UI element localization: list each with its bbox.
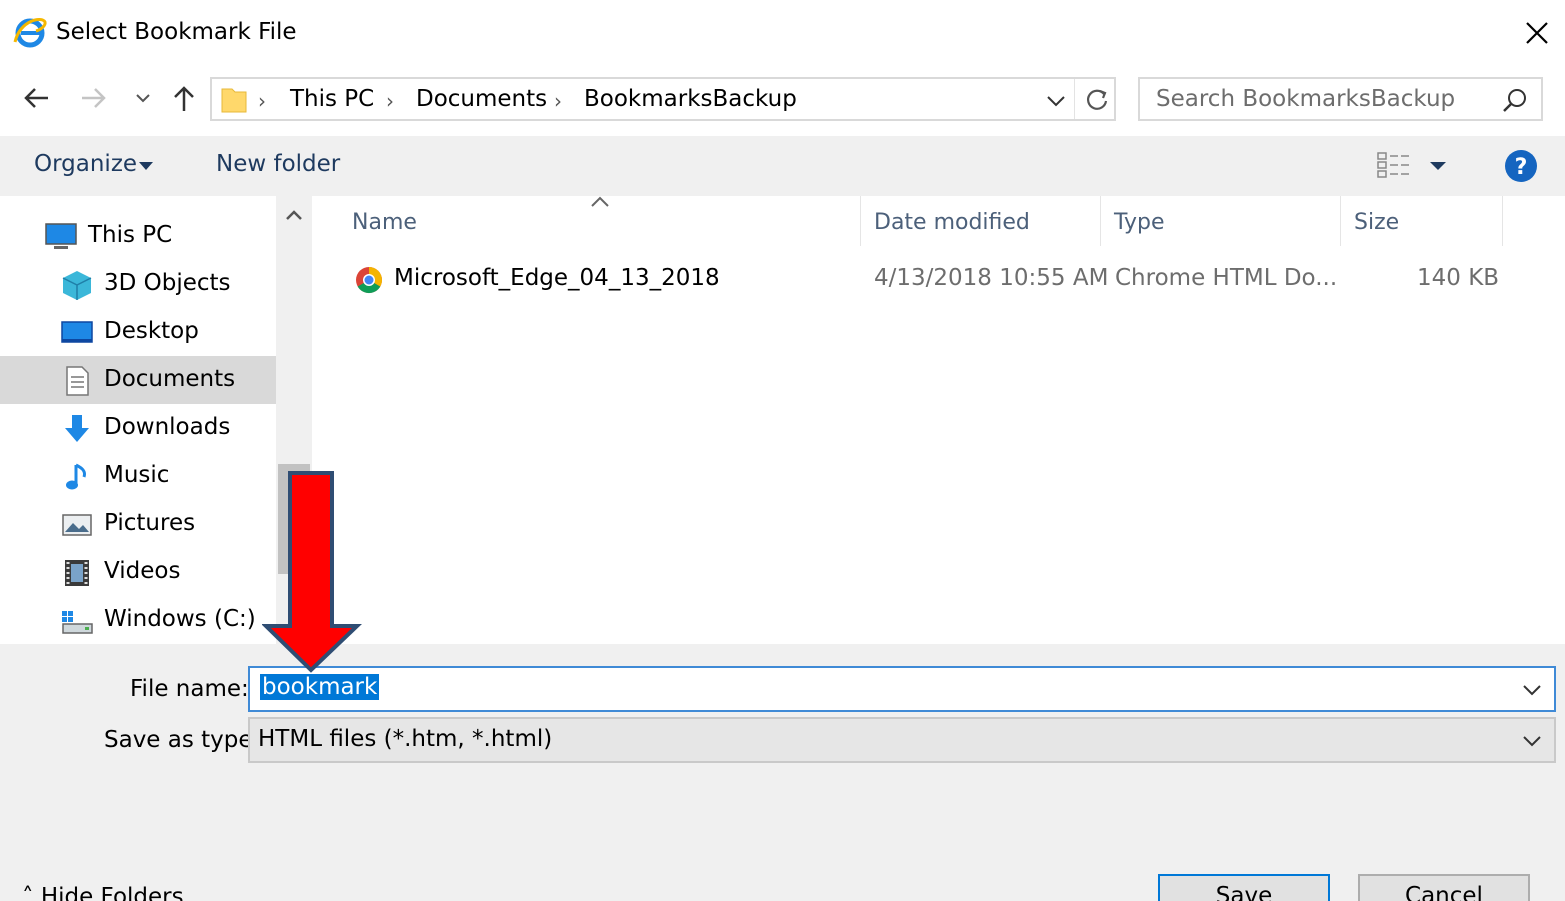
file-row[interactable]: Microsoft_Edge_04_13_2018 4/13/2018 10:5… (342, 256, 1512, 302)
sidebar-item-label: Videos (104, 558, 181, 584)
breadcrumb-separator-icon: › (258, 89, 266, 113)
sidebar-item-label: This PC (88, 222, 173, 248)
annotation-arrow-icon (262, 471, 362, 673)
file-name-value[interactable]: bookmark (260, 674, 380, 700)
up-button[interactable] (164, 80, 204, 116)
music-icon (66, 463, 86, 490)
documents-icon (66, 366, 89, 396)
save-form: File name: bookmark Save as type: HTML f… (0, 644, 1565, 901)
close-icon[interactable] (1518, 14, 1556, 52)
file-name: Microsoft_Edge_04_13_2018 (394, 265, 720, 291)
search-input[interactable]: Search BookmarksBackup (1138, 77, 1543, 121)
sidebar-item-this-pc[interactable]: This PC (0, 212, 276, 260)
column-header-name[interactable]: Name (352, 210, 417, 235)
breadcrumb-bookmarksbackup[interactable]: BookmarksBackup (584, 86, 797, 112)
hide-folders-label: Hide Folders (40, 884, 184, 901)
address-bar[interactable]: › This PC › Documents › BookmarksBackup (210, 77, 1116, 121)
column-divider[interactable] (860, 196, 861, 246)
save-as-type-value: HTML files (*.htm, *.html) (258, 726, 553, 752)
internet-explorer-icon (13, 18, 47, 48)
column-header-date-modified[interactable]: Date modified (874, 210, 1030, 235)
sidebar-item-label: Desktop (104, 318, 199, 344)
save-as-type-label: Save as type: (104, 727, 261, 753)
sidebar-item-label: Windows (C:) (104, 606, 256, 632)
breadcrumb-separator-icon: › (386, 89, 394, 113)
sort-ascending-icon (591, 196, 609, 207)
3d-objects-icon (62, 271, 92, 300)
sidebar-item-label: Documents (104, 366, 236, 392)
column-divider[interactable] (1100, 196, 1101, 246)
sidebar-item-3d-objects[interactable]: 3D Objects (0, 260, 276, 308)
cancel-button[interactable]: Cancel (1358, 874, 1530, 901)
column-header-size[interactable]: Size (1354, 210, 1399, 235)
file-name-label: File name: (130, 676, 249, 702)
sidebar-item-videos[interactable]: Videos (0, 548, 276, 596)
back-button[interactable] (16, 80, 56, 116)
sidebar-item-pictures[interactable]: Pictures (0, 500, 276, 548)
navigation-bar: › This PC › Documents › BookmarksBackup … (0, 68, 1565, 130)
sidebar-item-documents[interactable]: Documents (0, 356, 276, 404)
new-folder-button[interactable]: New folder (216, 151, 340, 177)
title-bar: Select Bookmark File (0, 0, 1565, 68)
chevron-down-icon[interactable] (1518, 676, 1546, 704)
forward-button[interactable] (74, 80, 114, 116)
chevron-down-icon[interactable] (1428, 160, 1448, 172)
chrome-icon (356, 267, 383, 294)
file-list: Name Date modified Type Size Microsoft_E… (312, 196, 1565, 644)
save-button[interactable]: Save (1158, 874, 1330, 901)
sidebar-item-windows-c[interactable]: Windows (C:) (0, 596, 276, 644)
breadcrumb-separator-icon: › (554, 89, 562, 113)
save-as-type-select[interactable]: HTML files (*.htm, *.html) (248, 717, 1556, 763)
search-placeholder: Search BookmarksBackup (1156, 86, 1456, 112)
chevron-down-icon[interactable] (138, 160, 154, 172)
breadcrumb-this-pc[interactable]: This PC (290, 86, 374, 112)
column-header-type[interactable]: Type (1114, 210, 1165, 235)
videos-icon (65, 560, 89, 586)
sidebar-item-label: Pictures (104, 510, 196, 536)
arrow-up-icon (174, 86, 194, 111)
computer-icon (45, 223, 77, 249)
chevron-down-icon[interactable] (1518, 727, 1546, 755)
refresh-icon[interactable] (1082, 85, 1112, 115)
command-bar: Organize New folder ? (0, 136, 1565, 196)
folder-icon (221, 88, 247, 113)
sidebar-item-desktop[interactable]: Desktop (0, 308, 276, 356)
file-date-modified: 4/13/2018 10:55 AM (874, 265, 1109, 291)
breadcrumb-documents[interactable]: Documents (416, 86, 547, 112)
chevron-down-icon[interactable] (1042, 87, 1070, 115)
file-size: 140 KB (1417, 265, 1500, 291)
organize-button[interactable]: Organize (34, 151, 137, 177)
sidebar-item-label: Music (104, 462, 170, 488)
pictures-icon (62, 514, 92, 536)
chevron-up-icon: ˄ (22, 884, 41, 901)
svg-text:?: ? (1515, 155, 1528, 180)
recent-locations-button[interactable] (128, 80, 158, 116)
view-options-icon[interactable] (1376, 150, 1412, 180)
help-icon[interactable]: ? (1503, 148, 1539, 184)
divider (1074, 79, 1075, 119)
drive-icon (62, 611, 93, 634)
chevron-down-icon (136, 94, 150, 103)
file-name-input[interactable]: bookmark (248, 666, 1556, 712)
file-type: Chrome HTML Do... (1115, 265, 1338, 291)
hide-folders-button[interactable]: ˄ Hide Folders (22, 884, 184, 901)
downloads-icon (65, 415, 89, 442)
sidebar-item-music[interactable]: Music (0, 452, 276, 500)
search-icon[interactable] (1500, 86, 1530, 116)
column-divider[interactable] (1340, 196, 1341, 246)
sidebar-item-label: 3D Objects (104, 270, 231, 296)
sidebar-item-downloads[interactable]: Downloads (0, 404, 276, 452)
column-divider[interactable] (1502, 196, 1503, 246)
arrow-right-icon (82, 88, 106, 108)
sidebar-item-label: Downloads (104, 414, 231, 440)
desktop-icon (61, 321, 93, 343)
arrow-left-icon (24, 88, 48, 108)
window-title: Select Bookmark File (56, 19, 297, 45)
scroll-up-icon[interactable] (284, 208, 304, 222)
